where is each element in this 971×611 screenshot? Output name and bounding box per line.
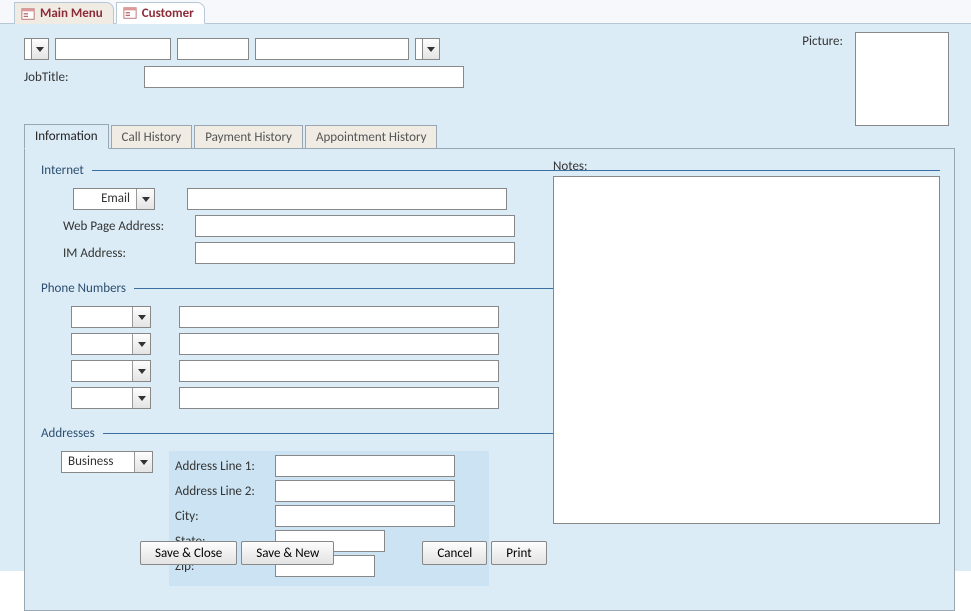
- cancel-button[interactable]: Cancel: [422, 541, 487, 565]
- form-body: JobTitle: Picture: Information Call Hist…: [0, 24, 971, 571]
- footer-button-bar: Save & Close Save & New Cancel Print: [140, 541, 547, 565]
- customer-form-window: Main Menu Customer: [0, 0, 971, 571]
- chevron-down-icon[interactable]: [132, 388, 150, 408]
- print-button[interactable]: Print: [491, 541, 546, 565]
- doc-tab-main-menu[interactable]: Main Menu: [14, 2, 114, 24]
- group-phone-legend: Phone Numbers: [39, 281, 134, 296]
- tab-call-history[interactable]: Call History: [111, 125, 193, 149]
- jobtitle-label: JobTitle:: [24, 70, 144, 85]
- first-name-input[interactable]: [55, 38, 171, 60]
- chevron-down-icon[interactable]: [132, 361, 150, 381]
- chevron-down-icon[interactable]: [136, 189, 154, 209]
- doc-tab-customer[interactable]: Customer: [116, 2, 205, 24]
- last-name-input[interactable]: [255, 38, 409, 60]
- address-city-input[interactable]: [275, 505, 455, 527]
- address-fields-panel: Address Line 1: Address Line 2: City: St…: [169, 451, 489, 586]
- address-line1-label: Address Line 1:: [175, 459, 275, 474]
- address-type-combo[interactable]: Business: [61, 451, 153, 473]
- address-line1-input[interactable]: [275, 455, 455, 477]
- phone-input-4[interactable]: [179, 387, 499, 409]
- address-line2-label: Address Line 2:: [175, 484, 275, 499]
- chevron-down-icon[interactable]: [132, 334, 150, 354]
- webpage-label: Web Page Address:: [39, 219, 195, 234]
- middle-name-input[interactable]: [177, 38, 249, 60]
- webpage-input[interactable]: [195, 215, 515, 237]
- phone-type-combo-3[interactable]: [71, 360, 151, 382]
- group-addresses-legend: Addresses: [39, 426, 103, 441]
- notes-block: Notes:: [553, 159, 940, 528]
- group-internet-legend: Internet: [39, 163, 92, 178]
- email-input[interactable]: [187, 188, 507, 210]
- doc-tab-label: Customer: [142, 6, 194, 21]
- address-line2-input[interactable]: [275, 480, 455, 502]
- tab-appointment-history[interactable]: Appointment History: [305, 125, 438, 149]
- save-new-button[interactable]: Save & New: [241, 541, 334, 565]
- chevron-down-icon[interactable]: [134, 452, 152, 472]
- save-close-button[interactable]: Save & Close: [140, 541, 237, 565]
- email-type-value: Email: [74, 189, 136, 209]
- phone-type-combo-2[interactable]: [71, 333, 151, 355]
- tab-information[interactable]: Information: [24, 124, 109, 149]
- im-label: IM Address:: [39, 246, 195, 261]
- title-combo-wrap: [24, 38, 49, 60]
- address-city-label: City:: [175, 509, 275, 524]
- suffix-combo-dropdown[interactable]: [422, 38, 440, 60]
- picture-block: Picture:: [802, 32, 949, 126]
- phone-type-combo-4[interactable]: [71, 387, 151, 409]
- title-combo-dropdown[interactable]: [31, 38, 49, 60]
- notes-label: Notes:: [553, 159, 940, 174]
- notes-textarea[interactable]: [553, 176, 940, 524]
- suffix-combo-text[interactable]: [415, 38, 422, 60]
- picture-box[interactable]: [855, 32, 949, 126]
- tab-payment-history[interactable]: Payment History: [194, 125, 303, 149]
- detail-tab-control: Information Call History Payment History…: [24, 122, 955, 611]
- phone-input-2[interactable]: [179, 333, 499, 355]
- doc-tab-label: Main Menu: [40, 6, 103, 21]
- picture-label: Picture:: [802, 34, 843, 49]
- form-icon: [21, 7, 35, 21]
- title-combo-text[interactable]: [24, 38, 31, 60]
- phone-input-3[interactable]: [179, 360, 499, 382]
- jobtitle-input[interactable]: [144, 66, 464, 88]
- suffix-combo-wrap: [415, 38, 440, 60]
- address-type-value: Business: [62, 452, 134, 472]
- phone-input-1[interactable]: [179, 306, 499, 328]
- phone-type-combo-1[interactable]: [71, 306, 151, 328]
- chevron-down-icon[interactable]: [132, 307, 150, 327]
- document-tab-bar: Main Menu Customer: [0, 0, 971, 24]
- im-input[interactable]: [195, 242, 515, 264]
- form-icon: [123, 6, 137, 20]
- email-type-combo[interactable]: Email: [73, 188, 155, 210]
